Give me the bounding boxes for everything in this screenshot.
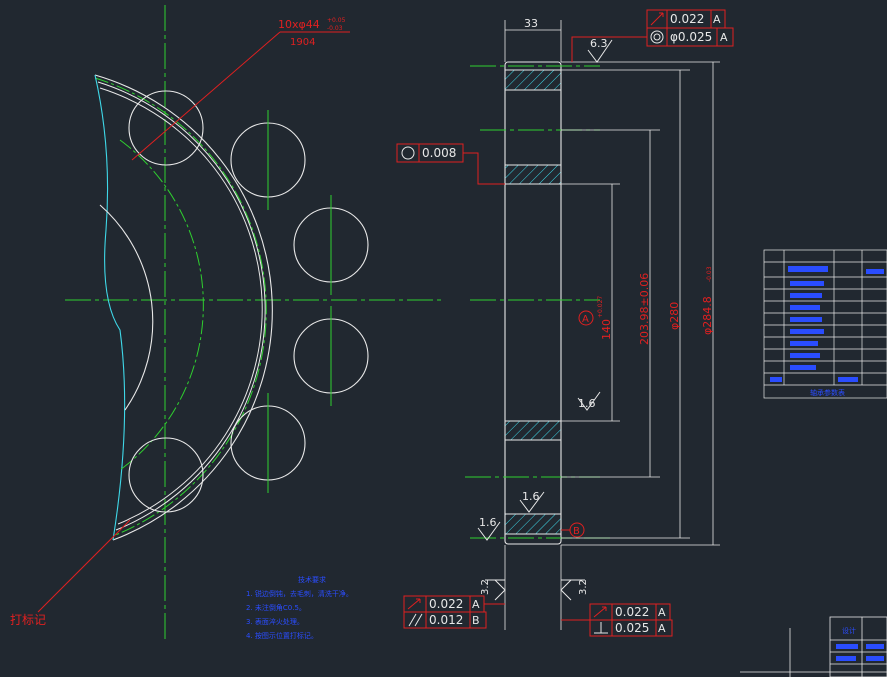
top-runout-value: 0.022 bbox=[670, 12, 704, 26]
br-perp-datum: A bbox=[658, 622, 666, 635]
front-view: 10xφ44 +0.05 -0.03 1904 打标记 bbox=[10, 5, 445, 640]
datum-b-label: B bbox=[573, 526, 580, 537]
hatch-section-4 bbox=[504, 513, 562, 535]
roughness-3-2-left: 3.2 bbox=[480, 579, 491, 595]
title-block-fills bbox=[836, 644, 884, 661]
roundness-icon bbox=[401, 146, 415, 160]
note-line-2: 2. 未注倒角C0.5。 bbox=[246, 603, 306, 612]
dim-284: φ284.8 bbox=[701, 296, 714, 335]
top-runout-datum: A bbox=[713, 13, 721, 26]
datum-a-label: A bbox=[582, 314, 589, 325]
parameter-table-fills bbox=[770, 266, 884, 382]
technical-notes: 技术要求 1. 锐边倒钝，去毛刺，清洗干净。 2. 未注倒角C0.5。 3. 表… bbox=[246, 575, 353, 640]
drawing-svg: 10xφ44 +0.05 -0.03 1904 打标记 33 140 +0.02… bbox=[10, 5, 887, 677]
title-block bbox=[740, 616, 887, 677]
bolt-hole-1 bbox=[128, 90, 204, 166]
mark-leader-line bbox=[37, 519, 131, 613]
roughness-6-3: 6.3 bbox=[590, 37, 608, 50]
bl-runout-value: 0.022 bbox=[429, 597, 463, 611]
roughness-1-6-face: 1.6 bbox=[522, 490, 540, 503]
param-table-title: 轴承参数表 bbox=[810, 388, 845, 397]
dim-280: φ280 bbox=[668, 302, 681, 330]
hatch-section-1 bbox=[504, 69, 562, 91]
top-frame-leader bbox=[571, 36, 647, 62]
parallel-icon bbox=[408, 613, 423, 627]
cad-drawing-canvas[interactable]: { "colors": { "background": "#212830", "… bbox=[0, 0, 887, 677]
br-runout-icon bbox=[593, 606, 607, 618]
bl-runout-icon bbox=[407, 598, 421, 610]
vertical-dim-lines bbox=[611, 62, 714, 545]
bl-runout-datum: A bbox=[472, 598, 480, 611]
width-dim-text: 33 bbox=[524, 17, 538, 30]
notes-title: 技术要求 bbox=[298, 575, 326, 584]
perpendicular-icon bbox=[594, 622, 608, 634]
hole-callout-sub: -0.03 bbox=[327, 25, 343, 32]
dim-203: 203.98±0.06 bbox=[638, 273, 651, 345]
hatch-section-2 bbox=[504, 164, 562, 185]
hatch-section-3 bbox=[504, 420, 562, 441]
roughness-1-6-left: 1.6 bbox=[479, 516, 497, 529]
br-perp-value: 0.025 bbox=[615, 621, 649, 635]
note-line-4: 4. 按图示位置打标记。 bbox=[246, 631, 318, 640]
br-runout-datum: A bbox=[658, 606, 666, 619]
hole-callout: 10xφ44 bbox=[278, 18, 320, 31]
dim-284-tol: -0.03 bbox=[706, 266, 713, 282]
pitch-circle-arc bbox=[119, 139, 204, 471]
roundness-leader bbox=[463, 152, 505, 185]
side-view: 33 140 +0.027 203.98±0.06 φ280 φ284.8 -0… bbox=[465, 17, 720, 630]
roundness-value: 0.008 bbox=[422, 146, 456, 160]
roughness-3-2-right: 3.2 bbox=[578, 579, 589, 595]
roughness-1-6-mid: 1.6 bbox=[578, 397, 596, 410]
top-coax-datum: A bbox=[720, 31, 728, 44]
br-runout-value: 0.022 bbox=[615, 605, 649, 619]
bl-parallel-datum: B bbox=[472, 614, 480, 627]
title-block-label: 设计 bbox=[842, 626, 856, 635]
tolerance-frames: 0.022 A φ0.025 A 0.008 0.022 A 0.012 B 0… bbox=[396, 9, 734, 637]
outer-ring-inner-arc bbox=[97, 81, 266, 531]
hole-center-marks bbox=[267, 110, 332, 493]
bl-parallel-value: 0.012 bbox=[429, 613, 463, 627]
dim-140: 140 bbox=[600, 319, 613, 340]
bore-arc bbox=[99, 204, 154, 411]
side-centerlines bbox=[465, 65, 610, 539]
outer-ring-inner-arc-2 bbox=[99, 87, 263, 525]
mark-label: 打标记 bbox=[10, 613, 46, 627]
br-runout-symbol-box bbox=[589, 603, 613, 621]
top-coax-value: φ0.025 bbox=[670, 30, 712, 44]
runout-icon bbox=[650, 12, 664, 26]
hole-leader-line bbox=[131, 31, 281, 161]
hole-callout-secondary: 1904 bbox=[290, 37, 315, 48]
bl-runout-symbol-box bbox=[403, 595, 427, 613]
note-line-3: 3. 表面淬火处理。 bbox=[246, 617, 304, 626]
dim-140-tol: +0.027 bbox=[597, 296, 604, 318]
hole-callout-sup: +0.05 bbox=[327, 17, 346, 24]
cut-edge bbox=[94, 74, 126, 541]
note-line-1: 1. 锐边倒钝，去毛刺，清洗干净。 bbox=[246, 589, 353, 598]
coaxiality-icon bbox=[650, 30, 664, 44]
ring-section-outline bbox=[504, 61, 562, 545]
